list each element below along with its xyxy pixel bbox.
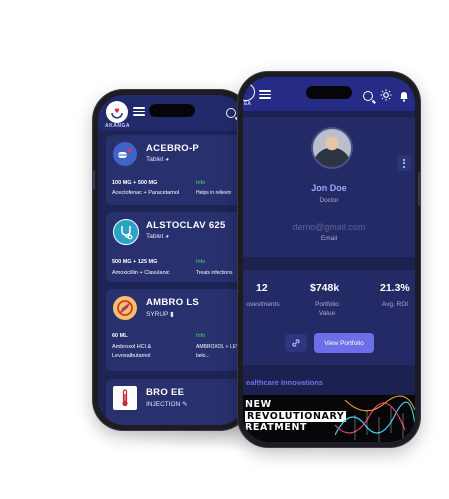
menu-icon[interactable]: [133, 107, 145, 116]
stat-roi-label: Avg. ROI: [381, 301, 409, 308]
search-icon[interactable]: [363, 91, 373, 101]
product-composition: Aceclofenac + Paracetamol: [112, 190, 180, 196]
product-form: SYRUP ▮: [146, 311, 174, 318]
bell-icon[interactable]: [399, 89, 409, 102]
product-card[interactable]: AMBRO LS SYRUP ▮ 60 ML Ambroxol HCl & Le…: [106, 289, 245, 371]
email-label: Email: [320, 235, 338, 242]
brand-name: AKANGA: [105, 123, 130, 129]
product-name: ACEBRO-P: [146, 143, 200, 154]
promo-banner[interactable]: NEW REVOLUTIONARY REATMENT: [243, 395, 415, 442]
no-drug-icon: [113, 296, 137, 320]
more-options-button[interactable]: [397, 155, 411, 171]
stat-portfolio-value: $748k: [310, 282, 340, 294]
stat-investments-label: ovestments: [246, 301, 280, 308]
product-name: AMBRO LS: [146, 297, 200, 308]
product-strength: 100 MG + 500 MG: [112, 180, 158, 186]
brand-logo[interactable]: [243, 83, 255, 101]
thermometer-icon: [113, 386, 137, 410]
section-title: ealthcare Innovations: [246, 378, 324, 387]
product-strength: 60 ML: [112, 333, 128, 339]
syringe-icon: ✎: [182, 401, 188, 408]
pill-icon: ◕: [165, 156, 170, 163]
back-phone-screen: AKANGA ACEBRO-P Tablet ◕ 100 MG + 500 MG…: [98, 95, 245, 425]
back-phone: AKANGA ACEBRO-P Tablet ◕ 100 MG + 500 MG…: [93, 90, 250, 430]
info-label: Info: [196, 259, 206, 265]
product-form: Tablet ◕: [146, 233, 170, 240]
stethoscope-icon: [113, 219, 139, 245]
dynamic-island: [148, 104, 195, 117]
banner-text: NEW REVOLUTIONARY REATMENT: [245, 399, 347, 433]
product-name: ALSTOCLAV 625: [146, 220, 226, 231]
dynamic-island: [306, 86, 352, 99]
view-portfolio-button[interactable]: View Portfolio: [314, 333, 374, 353]
info-label: Info: [196, 333, 206, 339]
volume-button: [93, 170, 95, 190]
menu-icon[interactable]: [259, 90, 271, 99]
info-text: Helps in relievin: [196, 190, 232, 196]
pills-heart-icon: [113, 142, 137, 166]
info-text: Treats infections: [196, 270, 233, 276]
search-icon[interactable]: [226, 108, 236, 118]
profile-name: Jon Doe: [311, 183, 347, 193]
brand-logo[interactable]: [106, 101, 128, 123]
link-icon: [292, 339, 300, 347]
product-composition-line1: Ambroxol HCl &: [112, 344, 152, 350]
stat-investments-value: 12: [256, 282, 268, 294]
product-name: BRO EE: [146, 387, 185, 398]
product-strength: 500 MG + 125 MG: [112, 259, 158, 265]
power-button: [418, 172, 420, 206]
profile-email: demo@gmail.com: [292, 222, 366, 232]
profile-role: Doctor: [319, 197, 339, 204]
product-form: Tablet ◕: [146, 156, 170, 163]
stat-portfolio-label: Portfolio Value: [315, 301, 339, 317]
info-text-line2: belo...: [196, 353, 210, 359]
product-form: INJECTION ✎: [146, 401, 188, 408]
front-phone: EA Jon Doe Doctor demo@gmail.com Email 1…: [238, 72, 420, 447]
product-composition: Amoxicillin + Clavulanic: [112, 270, 170, 276]
front-phone-screen: EA Jon Doe Doctor demo@gmail.com Email 1…: [243, 77, 415, 442]
brand-short: EA: [244, 101, 251, 107]
product-composition-line2: Levosalbutamol: [112, 353, 151, 359]
hands-heart-icon: [111, 108, 123, 119]
stat-roi-value: 21.3%: [380, 282, 410, 294]
product-card[interactable]: ACEBRO-P Tablet ◕ 100 MG + 500 MG Aceclo…: [106, 135, 245, 205]
pill-icon: ◕: [165, 233, 170, 240]
product-card[interactable]: BRO EE INJECTION ✎: [106, 379, 245, 425]
info-label: Info: [196, 180, 206, 186]
bottle-icon: ▮: [170, 311, 174, 318]
product-card[interactable]: ALSTOCLAV 625 Tablet ◕ 500 MG + 125 MG A…: [106, 212, 245, 282]
sun-icon[interactable]: [380, 89, 392, 101]
copy-link-button[interactable]: [285, 334, 307, 352]
avatar[interactable]: [311, 127, 353, 169]
info-text-line1: AMBROXOL + LEVO: [196, 344, 244, 350]
helix-art-icon: [335, 395, 415, 442]
